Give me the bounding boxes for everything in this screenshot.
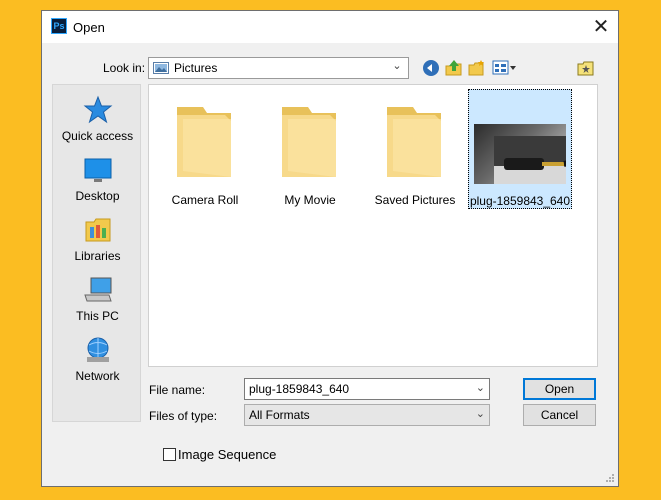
chevron-down-icon: ⌄ [475,408,485,420]
file-name-label: Camera Roll [171,193,239,207]
file-name-label: plug-1859843_640 [469,194,571,208]
files-of-type-label: Files of type: [149,409,218,423]
image-sequence-checkbox[interactable] [163,448,176,461]
places-bar: Quick access Desktop Libraries This PC N… [52,84,141,422]
file-list-view[interactable]: Camera Roll My Movie Saved Pictures plug… [148,84,598,367]
cancel-button[interactable]: Cancel [523,404,596,426]
place-desktop[interactable]: Desktop [53,155,142,203]
file-name-label-text: File name: [149,383,206,397]
folder-icon [282,107,336,177]
open-dialog: Ps Open ✕ Look in: Pictures ⌄ Quick acce… [41,10,619,487]
close-icon[interactable]: ✕ [584,11,618,43]
back-icon[interactable] [422,59,440,77]
resize-grip-icon[interactable] [605,473,615,483]
chevron-down-icon: ⌄ [392,60,402,72]
network-icon [86,337,109,362]
place-label: Desktop [75,189,120,203]
image-thumbnail [474,124,566,184]
place-label: Quick access [61,129,134,143]
favorites-folder-icon[interactable] [577,59,595,77]
file-name-value: plug-1859843_640 [249,382,350,396]
files-of-type-select[interactable]: All Formats ⌄ [244,404,490,426]
file-name-label: My Movie [284,193,336,207]
look-in-value: Pictures [174,61,218,75]
computer-icon [83,277,112,302]
plug-image-icon [494,136,566,184]
up-folder-icon[interactable] [445,59,463,77]
image-item-plug[interactable]: plug-1859843_640 [468,89,572,209]
new-folder-icon[interactable] [468,59,486,77]
place-label: Libraries [74,249,121,263]
desktop-icon [84,158,111,182]
image-sequence-label[interactable]: Image Sequence [178,447,276,462]
place-network[interactable]: Network [53,335,142,383]
view-menu-icon[interactable] [492,59,518,77]
look-in-label: Look in: [103,61,146,75]
libraries-icon [85,218,110,242]
window-title: Open [73,20,105,35]
pictures-folder-icon [153,62,169,74]
place-label: This PC [76,309,119,323]
place-this-pc[interactable]: This PC [53,275,142,323]
place-quick-access[interactable]: Quick access [53,95,142,143]
folder-icon [177,107,231,177]
folder-item-saved-pictures[interactable]: Saved Pictures [363,89,467,209]
folder-item-my-movie[interactable]: My Movie [258,89,362,209]
photoshop-app-icon: Ps [51,18,67,34]
files-of-type-value: All Formats [249,408,310,422]
folder-icon [387,107,441,177]
place-libraries[interactable]: Libraries [53,215,142,263]
star-icon [83,95,112,124]
place-label: Network [75,369,120,383]
title-bar[interactable]: Ps Open ✕ [42,11,618,43]
chevron-down-icon[interactable]: ⌄ [476,381,485,394]
file-name-label: Saved Pictures [374,193,456,207]
file-name-input[interactable]: plug-1859843_640 ⌄ [244,378,490,400]
folder-item-camera-roll[interactable]: Camera Roll [153,89,257,209]
look-in-dropdown[interactable]: Pictures ⌄ [148,57,409,79]
open-button[interactable]: Open [523,378,596,400]
